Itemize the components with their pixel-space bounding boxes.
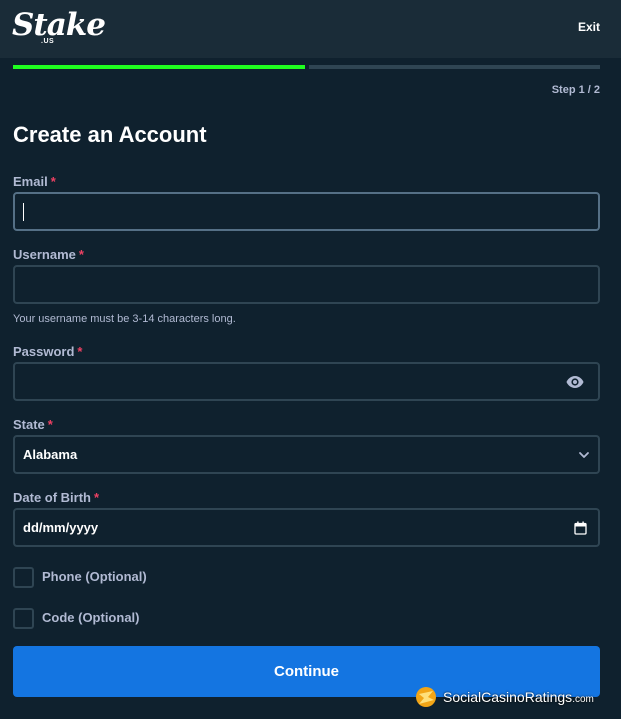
- watermark-text: SocialCasinoRatings.com: [443, 689, 594, 705]
- password-field[interactable]: [13, 362, 600, 401]
- email-field[interactable]: [13, 192, 600, 231]
- dob-label: Date of Birth *: [13, 490, 99, 505]
- required-asterisk: *: [78, 247, 84, 262]
- watermark-logo-icon: [416, 687, 436, 707]
- username-input[interactable]: [15, 267, 598, 302]
- state-label-text: State: [13, 417, 45, 432]
- username-hint: Your username must be 3-14 characters lo…: [13, 313, 236, 325]
- username-label: Username *: [13, 247, 84, 262]
- required-asterisk: *: [47, 417, 53, 432]
- progress-segment-pending: [309, 65, 600, 69]
- email-input[interactable]: [15, 194, 598, 229]
- exit-button[interactable]: Exit: [578, 20, 600, 34]
- code-checkbox-label[interactable]: Code (Optional): [42, 610, 140, 625]
- chevron-down-icon: [579, 452, 589, 458]
- email-label: Email *: [13, 174, 56, 189]
- username-label-text: Username: [13, 247, 76, 262]
- logo-word: Stake: [12, 7, 106, 43]
- dob-label-text: Date of Birth: [13, 490, 91, 505]
- dob-placeholder: dd/mm/yyyy: [23, 520, 99, 535]
- progress-track: [13, 65, 600, 69]
- watermark: SocialCasinoRatings.com: [413, 685, 613, 709]
- email-label-text: Email: [13, 174, 48, 189]
- required-asterisk: *: [94, 490, 100, 505]
- text-caret: [23, 203, 24, 221]
- password-label: Password *: [13, 344, 82, 359]
- watermark-name: SocialCasinoRatings: [443, 689, 573, 705]
- code-checkbox[interactable]: [13, 608, 34, 629]
- state-label: State *: [13, 417, 53, 432]
- progress-segment-complete: [13, 65, 305, 69]
- calendar-icon[interactable]: [574, 521, 587, 535]
- required-asterisk: *: [50, 174, 56, 189]
- header-bar: Stake .US Exit: [0, 0, 621, 58]
- state-select[interactable]: Alabama: [13, 435, 600, 474]
- password-input[interactable]: [15, 364, 598, 399]
- watermark-suffix: .com: [572, 694, 594, 705]
- required-asterisk: *: [77, 344, 83, 359]
- username-field[interactable]: [13, 265, 600, 304]
- create-account-page: Stake .US Exit Step 1 / 2 Create an Acco…: [0, 0, 621, 719]
- state-selected-value: Alabama: [23, 447, 78, 462]
- page-title: Create an Account: [13, 122, 207, 147]
- stake-logo[interactable]: Stake .US: [12, 8, 106, 46]
- password-label-text: Password: [13, 344, 75, 359]
- dob-field[interactable]: dd/mm/yyyy: [13, 508, 600, 547]
- step-indicator: Step 1 / 2: [551, 84, 600, 96]
- logo-sub: .US: [41, 38, 55, 45]
- step-progress-bar: [13, 65, 600, 70]
- phone-checkbox[interactable]: [13, 567, 34, 588]
- phone-checkbox-label[interactable]: Phone (Optional): [42, 569, 147, 584]
- eye-icon[interactable]: [566, 375, 584, 389]
